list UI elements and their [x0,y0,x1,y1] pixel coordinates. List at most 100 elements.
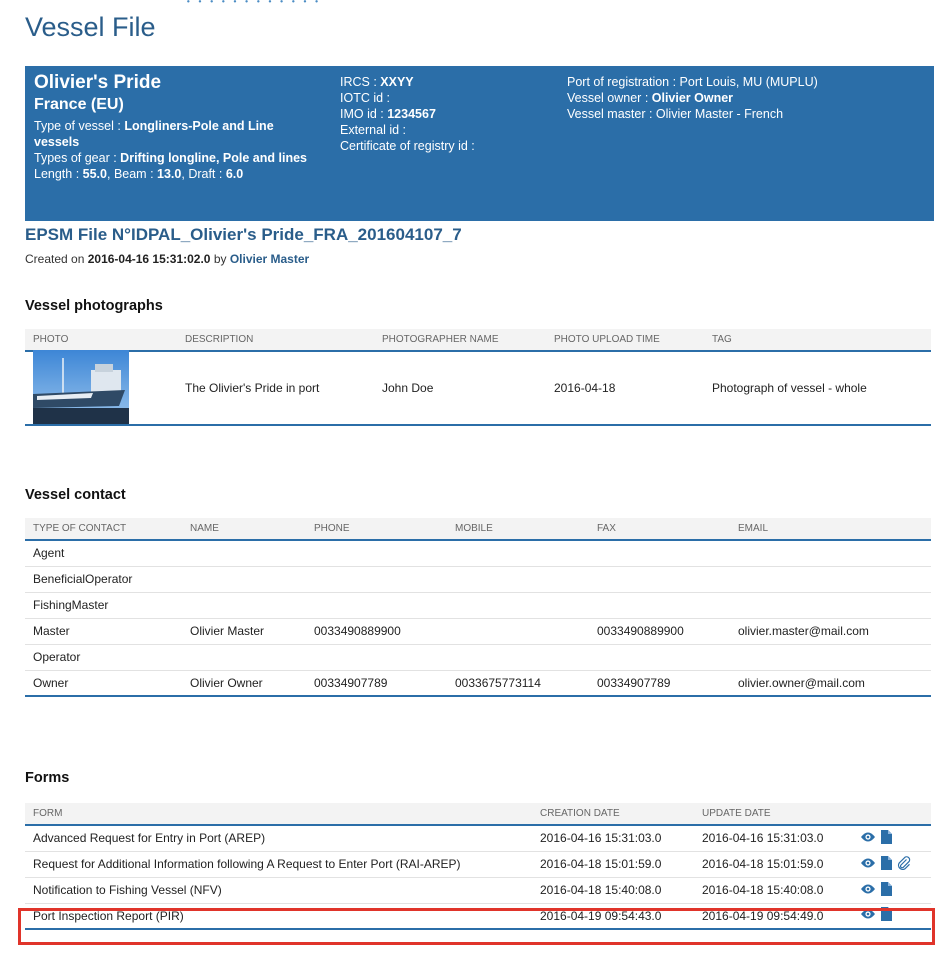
vessel-master: Vessel master : Olivier Master - French [567,107,784,121]
contacts-col-name: NAME [182,518,306,541]
contact-row: Operator [25,644,931,671]
created-by: by [210,252,230,266]
contact-email [730,592,931,619]
contact-name [182,540,306,567]
photos-col-description: DESCRIPTION [177,329,374,352]
iotc-id: IOTC id : [340,91,391,105]
created-info: Created on 2016-04-16 15:31:02.0 by Oliv… [25,252,309,266]
photo-cell [25,350,177,426]
form-name: Notification to Fishing Vessel (NFV) [25,877,532,904]
contact-email [730,644,931,671]
vessel-ids: IRCS : XXYY IOTC id : IMO id : 1234567 E… [340,74,560,154]
vessel-owner: Vessel owner : Olivier Owner [567,90,927,106]
eye-icon[interactable] [860,883,876,898]
page-title: Vessel File [25,12,156,42]
contacts-col-phone: PHONE [306,518,447,541]
form-actions [852,851,931,878]
vessel-dimensions: Length : 55.0, Beam : 13.0, Draft : 6.0 [34,166,309,182]
form-name: Request for Additional Information follo… [25,851,532,878]
owner-value: Olivier Owner [651,91,734,105]
form-row: Advanced Request for Entry in Port (AREP… [25,825,931,852]
document-icon[interactable] [881,829,892,847]
contact-fax [589,592,730,619]
imo-id: IMO id : 1234567 [340,106,560,122]
forms-col-created: CREATION DATE [532,803,694,826]
forms-col-form: FORM [25,803,532,826]
forms-section-title: Forms [25,770,70,786]
form-row: Notification to Fishing Vessel (NFV) 2016… [25,877,931,904]
form-update-date: 2016-04-18 15:01:59.0 [694,851,852,878]
form-creation-date: 2016-04-18 15:40:08.0 [532,877,694,904]
certificate-id: Certificate of registry id : [340,139,475,153]
form-row: Request for Additional Information follo… [25,851,931,878]
photo-photographer: John Doe [374,351,546,426]
contact-row: FishingMaster [25,592,931,619]
vessel-name: Olivier's Pride [34,72,162,93]
vessel-banner: Olivier's Pride France (EU) Type of vess… [25,66,934,221]
contact-email: olivier.master@mail.com [730,618,931,645]
contact-type: Operator [25,644,182,671]
contacts-col-email: EMAIL [730,518,931,541]
photos-col-photographer: PHOTOGRAPHER NAME [374,329,546,352]
length-label: Length : [34,167,83,181]
eye-icon[interactable] [860,831,876,846]
contacts-col-type: TYPE OF CONTACT [25,518,182,541]
contact-phone [306,540,447,567]
contact-phone: 00334907789 [306,670,447,697]
top-cut-text: · · · · · · · · · · · · [185,0,320,13]
vessel-photo-thumbnail[interactable] [33,350,129,424]
paperclip-icon[interactable] [897,855,911,873]
beam-label: , Beam : [107,167,158,181]
document-icon[interactable] [881,881,892,899]
contact-row: Master Olivier Master 0033490889900 0033490… [25,618,931,645]
highlight-box [18,908,935,945]
draft-value: 6.0 [225,167,244,181]
epsm-file-title: EPSM File N°IDPAL_Olivier's Pride_FRA_20… [25,225,462,244]
vessel-gear: Types of gear : Drifting longline, Pole … [34,150,309,166]
photos-col-upload: PHOTO UPLOAD TIME [546,329,704,352]
created-prefix: Created on [25,252,88,266]
imo-value: 1234567 [387,107,436,121]
photo-row: The Olivier's Pride in port John Doe 201… [25,350,931,426]
contact-mobile [447,618,589,645]
contact-email: olivier.owner@mail.com [730,670,931,697]
photos-col-tag: TAG [704,329,931,352]
photos-col-photo: PHOTO [25,329,177,352]
contact-fax: 0033490889900 [589,618,730,645]
contact-row: Owner Olivier Owner 00334907789 00336757731… [25,670,931,697]
contact-type: Owner [25,670,182,697]
contact-row: Agent [25,540,931,567]
photos-table: PHOTO DESCRIPTION PHOTOGRAPHER NAME PHOT… [25,329,931,426]
document-icon[interactable] [881,855,892,873]
photo-description: The Olivier's Pride in port [177,351,374,426]
contact-email [730,540,931,567]
port-of-registration: Port of registration : Port Louis, MU (M… [567,75,818,89]
ircs: IRCS : XXYY [340,74,560,90]
contact-mobile [447,540,589,567]
contact-mobile [447,566,589,593]
contact-type: FishingMaster [25,592,182,619]
eye-icon[interactable] [860,857,876,872]
contact-row: BeneficialOperator [25,566,931,593]
contact-name: Olivier Owner [182,670,306,697]
forms-col-actions [852,803,931,826]
vessel-registration: Port of registration : Port Louis, MU (M… [567,74,927,122]
contact-phone: 0033490889900 [306,618,447,645]
contact-phone [306,644,447,671]
contact-name [182,592,306,619]
created-by-link[interactable]: Olivier Master [230,252,309,266]
ircs-label: IRCS : [340,75,381,89]
vessel-type: Type of vessel : Longliners-Pole and Lin… [34,118,309,150]
ircs-value: XXYY [380,75,414,89]
vessel-type-label: Type of vessel : [34,119,125,133]
photos-header-row: PHOTO DESCRIPTION PHOTOGRAPHER NAME PHOT… [25,329,931,352]
form-actions [852,825,931,852]
vessel-gear-label: Types of gear : [34,151,121,165]
contact-fax [589,540,730,567]
form-name: Advanced Request for Entry in Port (AREP… [25,825,532,852]
contact-type: Agent [25,540,182,567]
contact-fax [589,644,730,671]
owner-label: Vessel owner : [567,91,652,105]
vessel-identity: Olivier's Pride France (EU) Type of vess… [34,72,309,182]
form-update-date: 2016-04-16 15:31:03.0 [694,825,852,852]
